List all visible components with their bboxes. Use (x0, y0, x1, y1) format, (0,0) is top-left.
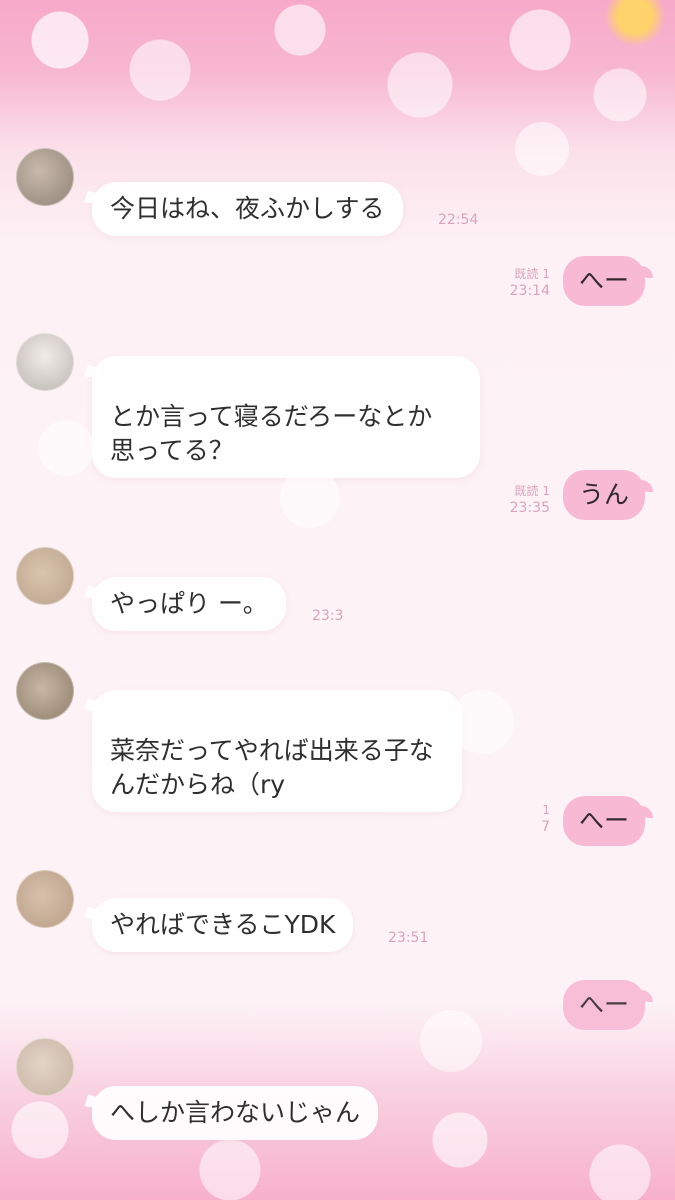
message-bubble[interactable]: へー (563, 796, 654, 846)
avatar[interactable] (16, 1038, 74, 1096)
message-bubble[interactable]: 菜奈だってやれば出来る子な んだからね（ry (92, 690, 462, 812)
chat-thread[interactable]: 今日はね、夜ふかしする 22:54 既読 1 23:14 へー とか言って寝るだ… (0, 0, 675, 1200)
message-bubble[interactable]: うん (563, 470, 654, 520)
message-meta: 1 7 (510, 802, 550, 836)
message-bubble[interactable]: やっぱり ー。 (92, 577, 286, 631)
message-time: 22:54 (438, 212, 479, 228)
message-text: 今日はね、夜ふかしする (110, 194, 385, 223)
message-meta: 既読 1 23:14 (480, 266, 550, 300)
message-time: 7 (541, 819, 550, 835)
message-text: 菜奈だってやれば出来る子な んだからね（ry (110, 736, 434, 799)
read-receipt: 1 (542, 803, 550, 817)
message-bubble[interactable]: へしか言わないじゃん (92, 1086, 379, 1140)
avatar[interactable] (16, 547, 74, 605)
message-time: 23:3 (312, 608, 344, 624)
message-time: 23:51 (388, 930, 429, 946)
avatar[interactable] (16, 662, 74, 720)
avatar[interactable] (16, 333, 74, 391)
message-text: うん (579, 480, 630, 509)
message-text: とか言って寝るだろーなとか 思ってる？ (110, 402, 433, 465)
message-meta: 既読 1 23:35 (480, 483, 550, 517)
message-bubble[interactable]: へー (563, 256, 654, 306)
message-text: へー (579, 990, 630, 1019)
message-bubble[interactable]: やればできるこYDK (92, 898, 354, 952)
avatar[interactable] (16, 148, 74, 206)
message-text: やっぱり ー。 (110, 589, 268, 618)
read-receipt: 既読 1 (514, 484, 550, 498)
message-text: へー (579, 266, 630, 295)
message-time: 23:35 (509, 500, 550, 516)
message-bubble[interactable]: とか言って寝るだろーなとか 思ってる？ (92, 356, 480, 478)
message-text: へしか言わないじゃん (110, 1098, 361, 1127)
read-receipt: 既読 1 (514, 267, 550, 281)
message-text: やればできるこYDK (110, 910, 336, 939)
avatar[interactable] (16, 870, 74, 928)
message-time: 23:14 (509, 283, 550, 299)
message-bubble[interactable]: へー (563, 980, 654, 1030)
message-bubble[interactable]: 今日はね、夜ふかしする (92, 182, 403, 236)
message-text: へー (579, 806, 630, 835)
